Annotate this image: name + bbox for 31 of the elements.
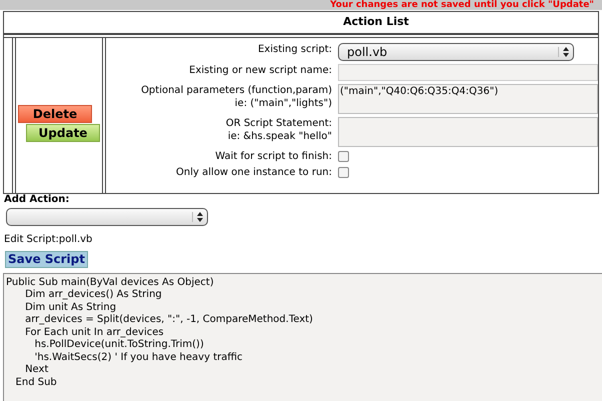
field-label: Only allow one instance to run: <box>176 166 332 178</box>
field-hint: ie: &hs.speak "hello" <box>228 130 332 142</box>
unsaved-notice: Your changes are not saved until you click "Update" <box>330 0 594 10</box>
field-label: Existing script: <box>258 42 332 56</box>
code-line: 'hs.WaitSecs(2) ' If you have heavy traffic <box>34 352 243 364</box>
dropdown[interactable] <box>6 208 208 226</box>
field-label: Wait for script to finish: <box>215 150 332 162</box>
code-editor[interactable] <box>3 272 602 401</box>
code-line: Next <box>24 364 48 376</box>
checkbox[interactable] <box>338 166 349 178</box>
code-line: arr_devices = Split(devices, ":", -1, CompareMethod.Text) <box>24 314 313 326</box>
delete-button[interactable]: Delete <box>18 104 92 122</box>
text-area[interactable]: ("main","Q40:Q6:Q35:Q4:Q36") <box>338 84 598 114</box>
code-line: Dim arr_devices() As String <box>24 289 162 302</box>
field-label: OR Script Statement: <box>226 116 332 130</box>
checkbox[interactable] <box>338 150 349 162</box>
update-button[interactable]: Update <box>26 124 100 142</box>
table-title: Action List <box>342 14 409 30</box>
code-line: For Each unit In arr_devices <box>24 326 164 339</box>
input-field[interactable] <box>338 64 598 80</box>
field-hint: ie: ("main","lights") <box>234 96 332 110</box>
code-line: End Sub <box>14 376 57 389</box>
code-line: hs.PollDevice(unit.ToString.Trim()) <box>34 339 204 352</box>
code-line: Public Sub main(ByVal devices As Object) <box>6 276 214 289</box>
code-line: Dim unit As String <box>24 302 116 314</box>
field-label: Existing or new script name: <box>189 64 332 76</box>
save-script-button[interactable]: Save Script <box>5 250 88 268</box>
edit-script-label: Edit Script:poll.vb <box>4 234 94 246</box>
dropdown[interactable]: poll.vb <box>338 42 574 60</box>
field-label: Optional parameters (function,param) <box>141 84 332 96</box>
section-label: Add Action: <box>4 194 70 206</box>
